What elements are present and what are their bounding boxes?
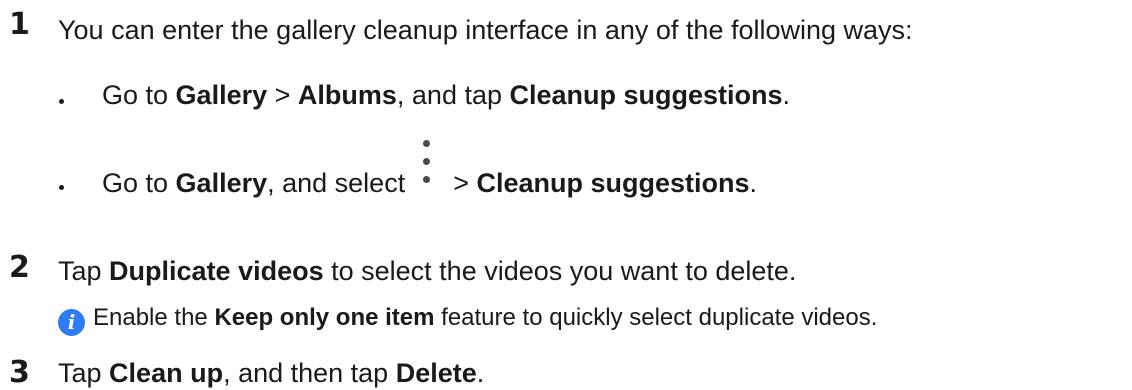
bullet-text-part: > [453,168,477,198]
step-text-part: . [476,358,485,388]
step-text: Tap Duplicate videos to select the video… [58,258,796,285]
info-icon: i [58,309,85,336]
note-text-part: feature to quickly select duplicate vide… [434,304,878,331]
note-text-part: Enable the [93,304,215,331]
menu-path-albums: Albums [297,80,397,110]
step-number: 1 [9,7,30,42]
step-text-part: Tap [58,256,110,286]
step-text-part: to select the videos you want to delete. [323,256,797,286]
menu-path-gallery: Gallery [175,168,268,198]
menu-path-cleanup-suggestions: Cleanup suggestions [476,168,750,198]
step-number: 3 [9,355,30,390]
step-text-part: Tap [58,358,110,388]
step-text: You can enter the gallery cleanup interf… [58,15,913,45]
bullet-text-part: , and select [267,168,406,198]
bullet-dot [59,185,64,190]
bullet-text-part: , and tap [396,80,510,110]
bullet-text-part: > [267,80,298,110]
menu-path-gallery: Gallery [175,80,268,110]
step-text: Tap Clean up, and then tap Delete. [58,360,484,387]
more-vertical-icon [415,140,439,200]
action-clean-up: Clean up [109,358,224,388]
bullet-dot [59,99,64,104]
menu-path-cleanup-suggestions: Cleanup suggestions [509,80,783,110]
option-duplicate-videos: Duplicate videos [109,256,324,286]
bullet-text-part: . [782,80,791,110]
info-note: i Enable the Keep only one item feature t… [58,306,877,336]
action-delete: Delete [395,358,477,388]
bullet-text-part: . [749,168,758,198]
bullet-text-part: Go to [102,80,176,110]
step-number: 2 [9,250,30,285]
bullet-text-part: Go to [102,168,176,198]
feature-keep-only-one-item: Keep only one item [214,304,435,331]
bullet-item-albums: Go to Gallery > Albums, and tap Cleanup … [102,82,790,109]
step-text-part: , and then tap [223,358,396,388]
bullet-item-more: Go to Gallery, and select > Cleanup sugge… [102,140,757,200]
